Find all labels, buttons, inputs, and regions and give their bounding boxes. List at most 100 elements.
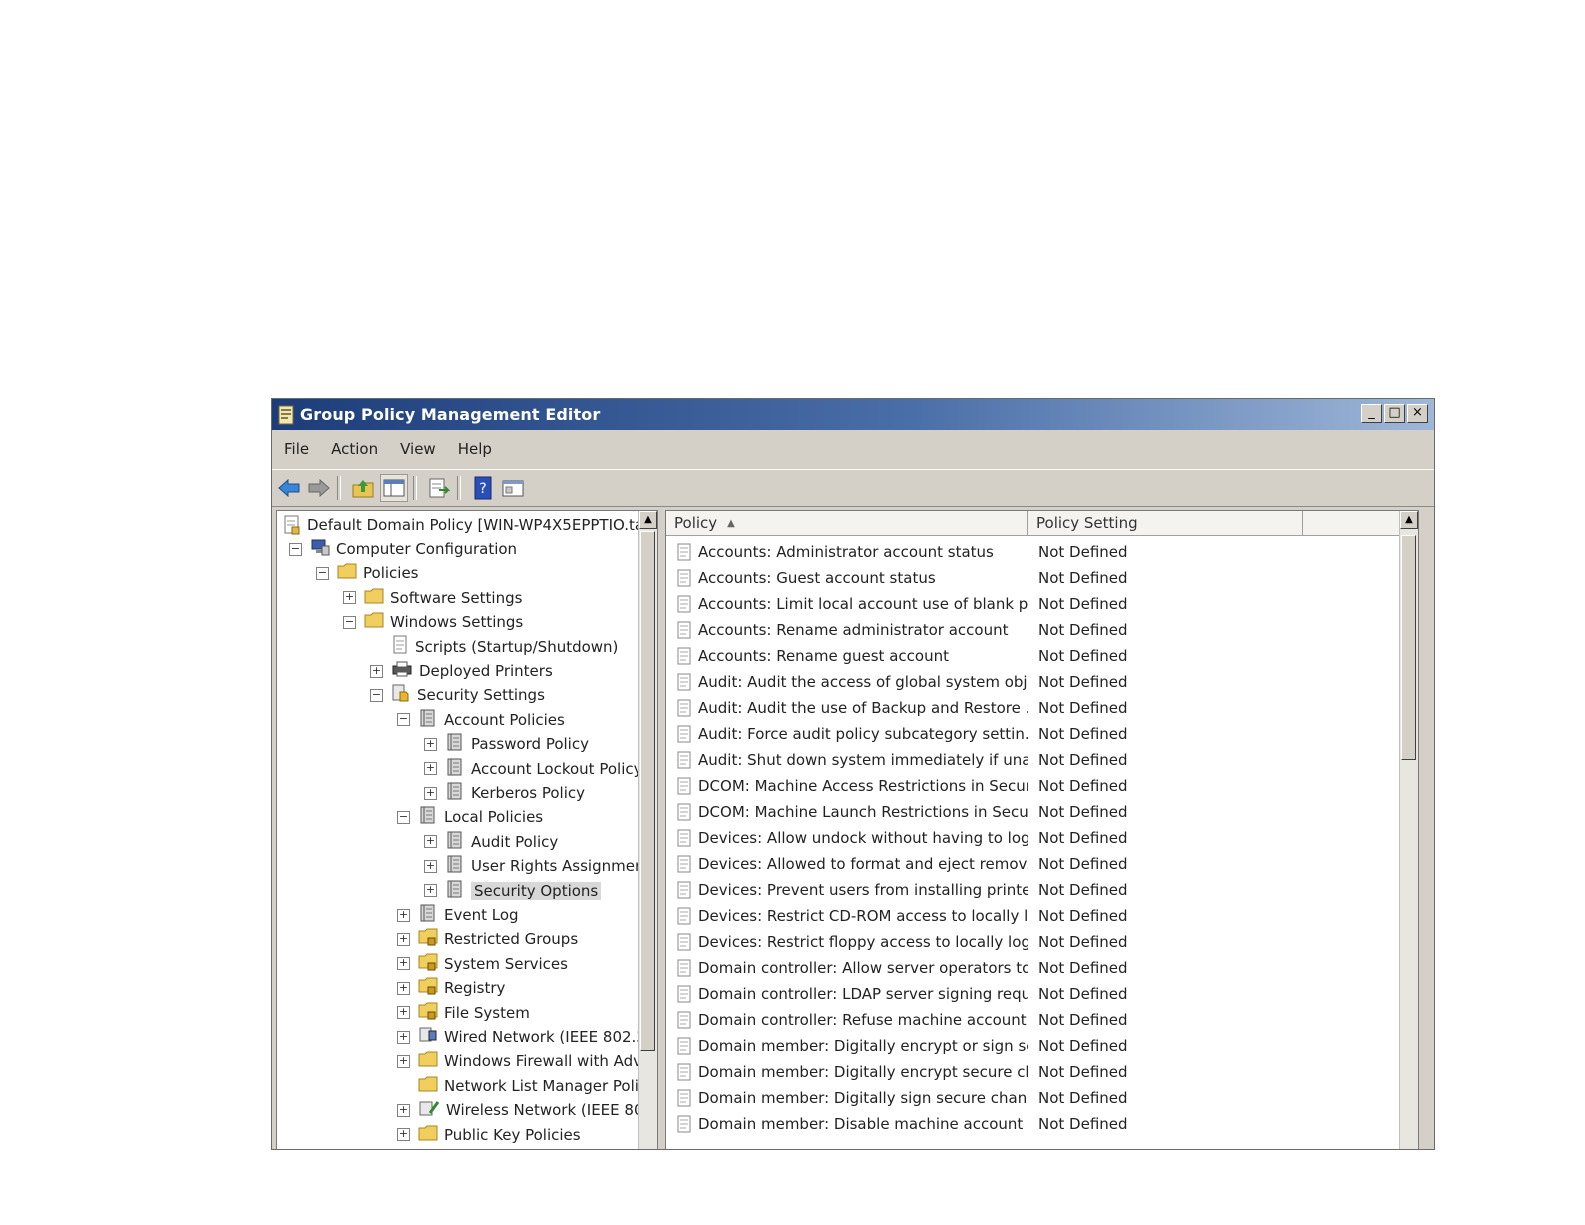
tree-item-label: Policies (363, 564, 419, 583)
expand-icon[interactable]: + (397, 1006, 410, 1020)
column-header-blank[interactable] (1303, 511, 1400, 535)
expand-icon[interactable]: + (424, 737, 437, 751)
policy-row[interactable]: Audit: Shut down system immediately if u… (666, 747, 1128, 773)
expand-icon[interactable]: + (343, 591, 356, 605)
tree-item[interactable]: + Security Options (424, 879, 602, 903)
policy-row[interactable]: Devices: Allow undock without having to … (666, 825, 1128, 851)
show-hide-tree-button[interactable] (380, 474, 408, 502)
policy-row[interactable]: Domain member: Digitally encrypt or sign… (666, 1033, 1128, 1059)
collapse-icon[interactable]: − (397, 713, 410, 727)
expand-icon[interactable]: + (397, 908, 410, 922)
expand-icon[interactable]: + (397, 1030, 410, 1044)
policy-row[interactable]: Audit: Audit the access of global system… (666, 669, 1128, 695)
tree-vertical-scrollbar[interactable]: ▲ (638, 511, 657, 1149)
tree-item[interactable]: − Windows Settings (343, 610, 523, 634)
tree-root[interactable]: Default Domain Policy [WIN-WP4X5EPPTIO.t… (283, 513, 657, 537)
scroll-up-arrow-icon[interactable]: ▲ (639, 511, 657, 529)
tree-item[interactable]: − Security Settings (370, 683, 545, 707)
menu-action[interactable]: Action (331, 440, 378, 458)
policy-row[interactable]: DCOM: Machine Access Restrictions in Sec… (666, 773, 1128, 799)
policy-row[interactable]: Accounts: Rename guest account Not Define… (666, 643, 1128, 669)
policy-row[interactable]: Domain controller: Refuse machine accoun… (666, 1007, 1128, 1033)
collapse-icon[interactable]: − (289, 542, 302, 556)
tree-item[interactable]: + Event Log (397, 903, 519, 927)
export-list-button[interactable] (426, 475, 452, 501)
collapse-icon[interactable]: − (397, 810, 410, 824)
tree-scroll-thumb[interactable] (640, 531, 655, 1051)
policy-row[interactable]: Accounts: Administrator account status No… (666, 539, 1128, 565)
properties-button[interactable] (500, 475, 526, 501)
up-level-button[interactable] (350, 475, 376, 501)
back-button[interactable] (276, 475, 302, 501)
list-scroll-thumb[interactable] (1401, 535, 1416, 760)
expand-icon[interactable]: + (424, 835, 437, 849)
menu-help[interactable]: Help (458, 440, 492, 458)
menu-view[interactable]: View (400, 440, 436, 458)
close-button[interactable]: × (1407, 404, 1428, 423)
tree-item[interactable]: − Computer Configuration (289, 537, 517, 561)
policy-row[interactable]: Domain controller: Allow server operator… (666, 955, 1128, 981)
tree-item[interactable]: + Wireless Network (IEEE 802 (397, 1098, 653, 1122)
title-bar[interactable]: Group Policy Management Editor _ □ × (272, 399, 1434, 430)
expand-icon[interactable]: + (397, 981, 410, 995)
expand-icon[interactable]: + (424, 884, 437, 898)
forward-button[interactable] (306, 475, 332, 501)
tree-item[interactable]: + Restricted Groups (397, 927, 578, 951)
collapse-icon[interactable]: − (370, 688, 383, 702)
help-button[interactable]: ? (470, 475, 496, 501)
policy-row[interactable]: Devices: Restrict CD-ROM access to local… (666, 903, 1128, 929)
expand-icon[interactable]: + (397, 1103, 410, 1117)
collapse-icon[interactable]: − (316, 566, 329, 580)
menu-file[interactable]: File (284, 440, 309, 458)
expand-icon[interactable]: + (424, 859, 437, 873)
tree-item[interactable]: − Account Policies (397, 708, 565, 732)
tree-item[interactable]: + Account Lockout Policy (424, 757, 642, 781)
policy-row[interactable]: Devices: Restrict floppy access to local… (666, 929, 1128, 955)
tree-item[interactable]: + Wired Network (IEEE 802.3 (397, 1025, 646, 1049)
policy-row[interactable]: Domain member: Disable machine account p… (666, 1111, 1128, 1137)
tree-item[interactable]: + Public Key Policies (397, 1123, 581, 1147)
column-header-policy[interactable]: Policy ▲ (666, 511, 1028, 535)
tree-item[interactable]: + Software Settings (343, 586, 522, 610)
expand-icon[interactable]: + (424, 762, 437, 776)
tree-item[interactable]: + Kerberos Policy (424, 781, 585, 805)
policy-row[interactable]: Accounts: Limit local account use of bla… (666, 591, 1128, 617)
policy-row[interactable]: Audit: Audit the use of Backup and Resto… (666, 695, 1128, 721)
tree-item[interactable]: + Windows Firewall with Adva (397, 1049, 651, 1073)
tree-item[interactable]: + User Rights Assignment (424, 854, 650, 878)
tree-item[interactable]: + System Services (397, 952, 568, 976)
expand-icon[interactable]: + (370, 664, 383, 678)
console-tree[interactable]: Default Domain Policy [WIN-WP4X5EPPTIO.t… (276, 510, 658, 1149)
column-header-policy-setting[interactable]: Policy Setting (1028, 511, 1303, 535)
policy-row[interactable]: Domain member: Digitally sign secure cha… (666, 1085, 1128, 1111)
tree-item[interactable]: − Local Policies (397, 805, 543, 829)
tree-item[interactable]: Scripts (Startup/Shutdown) (370, 635, 618, 659)
scroll-up-arrow-icon[interactable]: ▲ (1400, 511, 1418, 529)
tree-item[interactable]: Network List Manager Polici (397, 1074, 651, 1098)
expand-icon[interactable]: + (424, 786, 437, 800)
policy-row[interactable]: DCOM: Machine Launch Restrictions in Sec… (666, 799, 1128, 825)
tree-item[interactable]: + Deployed Printers (370, 659, 553, 683)
policy-book-icon (445, 781, 465, 805)
tree-item[interactable]: + Registry (397, 976, 505, 1000)
list-vertical-scrollbar[interactable]: ▲ (1399, 511, 1418, 1149)
expand-icon[interactable]: + (397, 932, 410, 946)
tree-item[interactable]: − Policies (316, 561, 418, 585)
policy-row[interactable]: Accounts: Rename administrator account No… (666, 617, 1128, 643)
policy-row[interactable]: Domain controller: LDAP server signing r… (666, 981, 1128, 1007)
policy-row[interactable]: Accounts: Guest account status Not Define… (666, 565, 1128, 591)
minimize-button[interactable]: _ (1361, 404, 1382, 423)
expand-icon[interactable]: + (397, 1054, 410, 1068)
policy-row[interactable]: Devices: Allowed to format and eject rem… (666, 851, 1128, 877)
tree-item[interactable]: + File System (397, 1001, 530, 1025)
maximize-button[interactable]: □ (1384, 404, 1405, 423)
policy-row[interactable]: Audit: Force audit policy subcategory se… (666, 721, 1128, 747)
collapse-icon[interactable]: − (343, 615, 356, 629)
policy-row[interactable]: Domain member: Digitally encrypt secure … (666, 1059, 1128, 1085)
expand-icon[interactable]: + (397, 957, 410, 971)
policy-row[interactable]: Devices: Prevent users from installing p… (666, 877, 1128, 903)
expand-icon[interactable]: + (397, 1128, 410, 1142)
policy-setting: Not Defined (1038, 777, 1128, 795)
tree-item[interactable]: + Audit Policy (424, 830, 558, 854)
tree-item[interactable]: + Password Policy (424, 732, 589, 756)
